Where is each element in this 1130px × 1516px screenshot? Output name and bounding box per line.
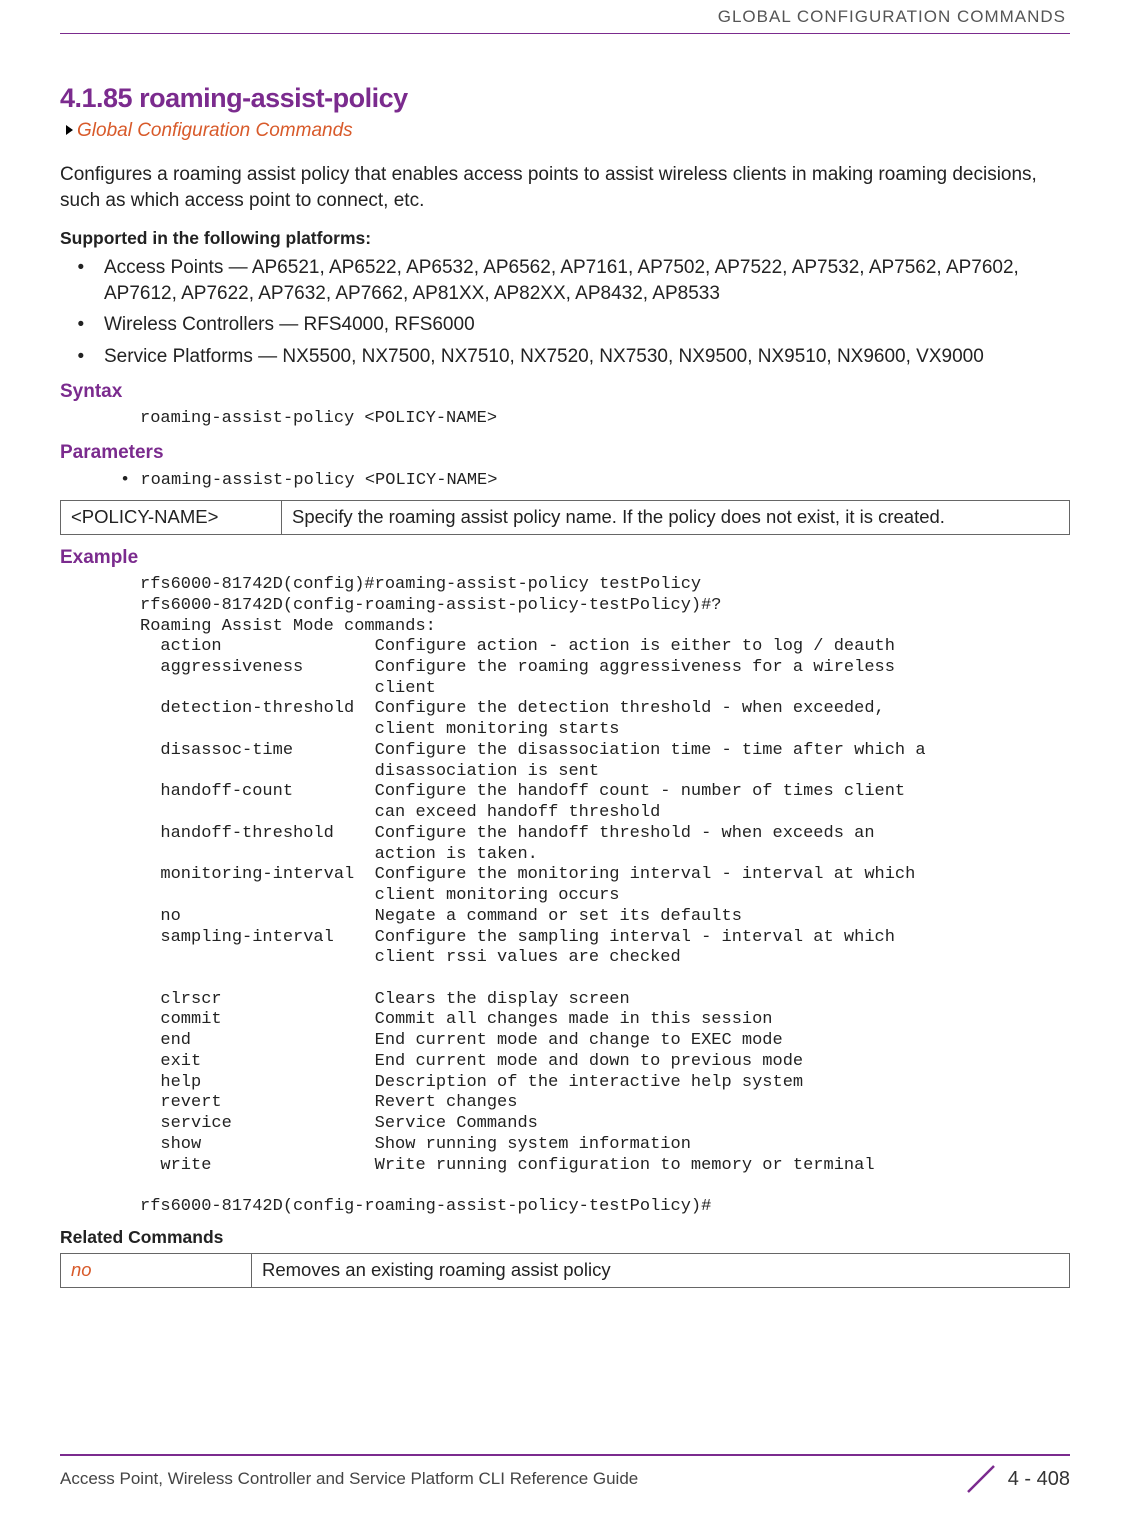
- page-number: 4 - 408: [1008, 1466, 1070, 1493]
- list-item: Wireless Controllers — RFS4000, RFS6000: [100, 312, 1070, 338]
- breadcrumb[interactable]: Global Configuration Commands: [66, 118, 1070, 144]
- parameters-heading: Parameters: [60, 440, 1070, 466]
- syntax-heading: Syntax: [60, 379, 1070, 405]
- platform-list: Access Points — AP6521, AP6522, AP6532, …: [100, 255, 1070, 370]
- supported-heading: Supported in the following platforms:: [60, 227, 1070, 251]
- section-title: 4.1.85 roaming-assist-policy: [60, 80, 1070, 116]
- related-key-cell[interactable]: no: [61, 1254, 252, 1288]
- parameters-bullet: • roaming-assist-policy <POLICY-NAME>: [120, 470, 1070, 493]
- related-commands-table: no Removes an existing roaming assist po…: [60, 1253, 1070, 1288]
- page-slash-icon: [962, 1462, 1000, 1496]
- example-heading: Example: [60, 545, 1070, 571]
- list-item: Access Points — AP6521, AP6522, AP6532, …: [100, 255, 1070, 306]
- header-rule: [60, 33, 1070, 34]
- example-code-block: rfs6000-81742D(config)#roaming-assist-po…: [140, 575, 1070, 1218]
- footer-rule: [60, 1454, 1070, 1456]
- table-row: no Removes an existing roaming assist po…: [61, 1254, 1070, 1288]
- page-header: GLOBAL CONFIGURATION COMMANDS: [60, 0, 1070, 29]
- table-row: <POLICY-NAME> Specify the roaming assist…: [61, 501, 1070, 535]
- list-item: Service Platforms — NX5500, NX7500, NX75…: [100, 344, 1070, 370]
- intro-paragraph: Configures a roaming assist policy that …: [60, 162, 1070, 213]
- parameters-table: <POLICY-NAME> Specify the roaming assist…: [60, 500, 1070, 535]
- breadcrumb-arrow-icon: [66, 125, 73, 135]
- footer-guide-title: Access Point, Wireless Controller and Se…: [60, 1468, 638, 1491]
- breadcrumb-text: Global Configuration Commands: [77, 120, 353, 141]
- param-desc-cell: Specify the roaming assist policy name. …: [282, 501, 1070, 535]
- syntax-code: roaming-assist-policy <POLICY-NAME>: [140, 409, 1070, 430]
- page-footer: Access Point, Wireless Controller and Se…: [60, 1454, 1070, 1496]
- related-heading: Related Commands: [60, 1226, 1070, 1250]
- related-desc-cell: Removes an existing roaming assist polic…: [252, 1254, 1070, 1288]
- param-key-cell: <POLICY-NAME>: [61, 501, 282, 535]
- page-number-block: 4 - 408: [962, 1462, 1070, 1496]
